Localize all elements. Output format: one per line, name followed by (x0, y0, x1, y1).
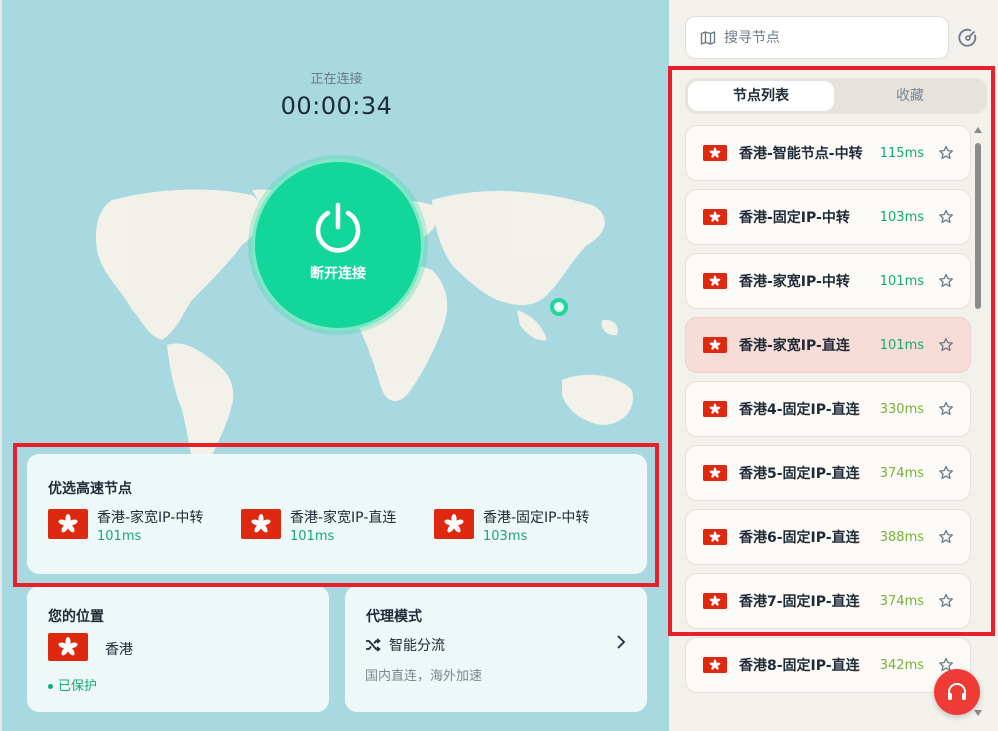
tab-node-list[interactable]: 节点列表 (688, 81, 834, 111)
node-row[interactable]: 香港-智能节点-中转 115ms (685, 125, 971, 181)
hong-kong-flag-icon (703, 401, 727, 417)
fast-node-name: 香港-家宽IP-中转 (97, 510, 204, 526)
hong-kong-flag-icon (703, 657, 727, 673)
scrollbar-thumb[interactable] (975, 143, 981, 309)
disconnect-label: 断开连接 (310, 266, 366, 282)
hong-kong-flag-icon (703, 337, 727, 353)
hong-kong-flag-icon (703, 529, 727, 545)
node-row[interactable]: 香港6-固定IP-直连 388ms (685, 509, 971, 565)
fast-node-name: 香港-家宽IP-直连 (290, 510, 397, 526)
node-name: 香港4-固定IP-直连 (739, 402, 860, 418)
protection-status-text: 已保护 (58, 679, 98, 694)
fast-node-latency: 103ms (483, 529, 528, 544)
fast-node-item[interactable]: 香港-家宽IP-中转 101ms (48, 509, 203, 544)
node-latency: 374ms (879, 593, 924, 609)
node-latency: 103ms (879, 209, 924, 225)
node-name: 香港-固定IP-中转 (739, 210, 850, 226)
node-row[interactable]: 香港-固定IP-中转 103ms (685, 189, 971, 245)
node-latency: 330ms (879, 401, 924, 417)
scroll-down-arrow[interactable] (974, 710, 982, 716)
hong-kong-flag-icon (48, 509, 88, 539)
node-row[interactable]: 香港-家宽IP-中转 101ms (685, 253, 971, 309)
shuffle-icon (366, 638, 381, 652)
favorite-star-icon[interactable] (938, 273, 954, 289)
hong-kong-flag-icon (703, 145, 727, 161)
node-name: 香港7-固定IP-直连 (739, 594, 860, 610)
hong-kong-flag-icon (241, 509, 281, 539)
proxy-mode-value: 智能分流 (389, 638, 445, 654)
hong-kong-flag-icon (703, 465, 727, 481)
hong-kong-flag-icon (434, 509, 474, 539)
hong-kong-flag-icon (703, 273, 727, 289)
fast-node-item[interactable]: 香港-家宽IP-直连 101ms (241, 509, 396, 544)
protection-status: 已保护 (48, 675, 97, 694)
proxy-mode-card[interactable]: 代理模式 智能分流 国内直连，海外加速 (345, 586, 647, 712)
hong-kong-flag-icon (703, 209, 727, 225)
favorite-star-icon[interactable] (938, 401, 954, 417)
hong-kong-flag-icon (48, 633, 88, 661)
node-name: 香港5-固定IP-直连 (739, 466, 860, 482)
power-icon (315, 202, 361, 253)
node-name: 香港-家宽IP-直连 (739, 338, 850, 354)
map-icon (700, 30, 716, 45)
proxy-mode-row[interactable]: 智能分流 (365, 635, 445, 655)
connection-status: 正在连接 (310, 72, 363, 87)
location-region: 香港 (105, 642, 133, 658)
fast-node-name: 香港-固定IP-中转 (483, 510, 590, 526)
favorite-star-icon[interactable] (938, 465, 954, 481)
speed-test-icon[interactable] (958, 28, 978, 48)
proxy-mode-title: 代理模式 (366, 609, 422, 625)
search-input[interactable] (724, 29, 924, 46)
fast-node-latency: 101ms (290, 529, 335, 544)
connection-timer: 00:00:34 (280, 92, 393, 120)
status-dot-icon (48, 684, 53, 689)
favorite-star-icon[interactable] (938, 593, 954, 609)
fast-node-item[interactable]: 香港-固定IP-中转 103ms (434, 509, 589, 544)
chevron-right-icon[interactable] (615, 634, 627, 650)
current-location-marker (550, 298, 568, 316)
node-name: 香港6-固定IP-直连 (739, 530, 860, 546)
node-latency: 101ms (879, 273, 924, 289)
node-tabs: 节点列表 收藏 (685, 78, 987, 114)
node-row[interactable]: 香港4-固定IP-直连 330ms (685, 381, 971, 437)
node-row[interactable]: 香港5-固定IP-直连 374ms (685, 445, 971, 501)
location-card: 您的位置 香港 已保护 (27, 586, 329, 712)
location-title: 您的位置 (48, 609, 104, 625)
customer-support-button[interactable] (934, 669, 980, 715)
node-row[interactable]: 香港-家宽IP-直连 101ms (685, 317, 971, 373)
node-row[interactable]: 香港8-固定IP-直连 342ms (685, 637, 971, 693)
node-name: 香港-家宽IP-中转 (739, 274, 850, 290)
favorite-star-icon[interactable] (938, 145, 954, 161)
fast-nodes-title: 优选高速节点 (48, 481, 132, 497)
node-latency: 388ms (879, 529, 924, 545)
node-name: 香港-智能节点-中转 (739, 146, 863, 162)
node-latency: 342ms (879, 657, 924, 673)
node-row[interactable]: 香港7-固定IP-直连 374ms (685, 573, 971, 629)
headset-icon (948, 683, 966, 700)
fast-node-latency: 101ms (97, 529, 142, 544)
favorite-star-icon[interactable] (938, 529, 954, 545)
node-latency: 101ms (879, 337, 924, 353)
scroll-up-arrow[interactable] (974, 127, 982, 133)
connection-panel: 正在连接 00:00:34 断开连接 优选高速节点 香港-家宽IP-中转 101… (0, 0, 669, 731)
fast-nodes-card: 优选高速节点 香港-家宽IP-中转 101ms 香港-家宽IP-直连 101ms… (27, 454, 647, 574)
search-bar[interactable] (685, 16, 949, 59)
node-latency: 115ms (879, 145, 924, 161)
node-latency: 374ms (879, 465, 924, 481)
proxy-mode-description: 国内直连，海外加速 (365, 669, 483, 684)
favorite-star-icon[interactable] (938, 337, 954, 353)
disconnect-button[interactable]: 断开连接 (252, 159, 424, 331)
node-name: 香港8-固定IP-直连 (739, 658, 860, 674)
tab-favorites[interactable]: 收藏 (837, 81, 983, 111)
favorite-star-icon[interactable] (938, 209, 954, 225)
hong-kong-flag-icon (703, 593, 727, 609)
